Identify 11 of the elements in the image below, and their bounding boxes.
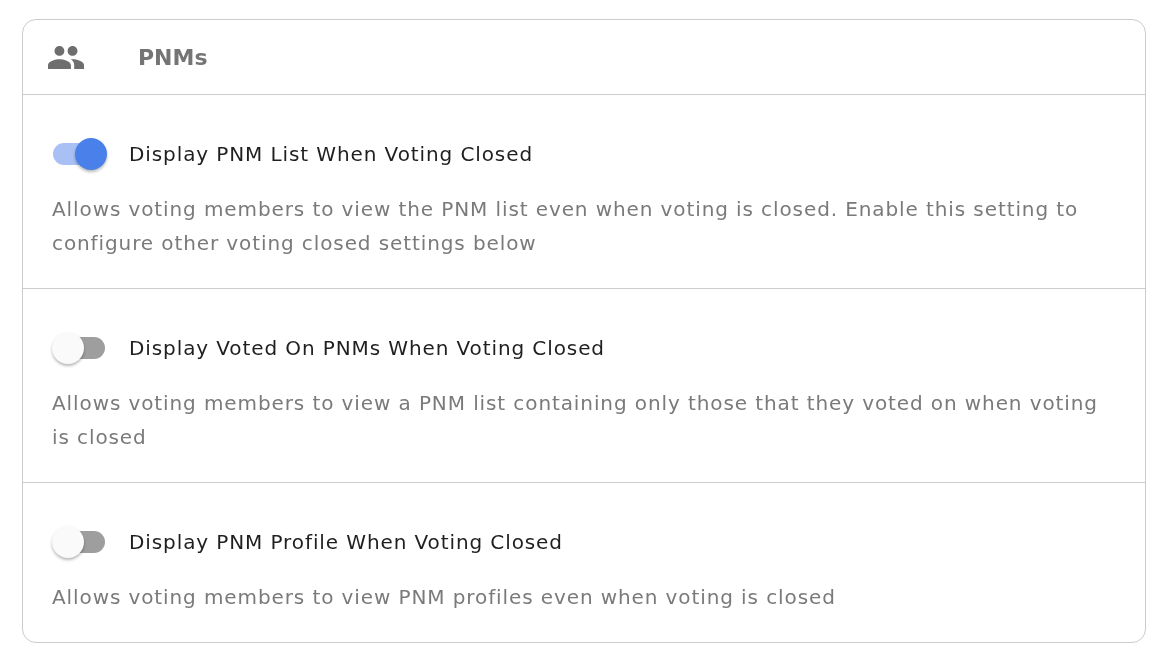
people-icon [48,45,84,69]
setting-description: Allows voting members to view a PNM list containing only those that they voted on when voting is closed [52,390,1099,451]
setting-label: Display PNM List When Voting Closed [129,142,533,166]
section-title: PNMs [138,44,208,70]
setting-label: Display PNM Profile When Voting Closed [129,530,563,554]
setting-label: Display Voted On PNMs When Voting Closed [129,336,605,360]
setting-description: Allows voting members to view the PNM list even when voting is closed. Enable this setting to configure other voting closed settings below [52,196,1080,257]
setting-description: Allows voting members to view PNM profiles even when voting is closed [52,584,837,611]
toggle-switch[interactable] [52,138,107,170]
toggle-switch[interactable] [52,526,107,558]
toggle-switch[interactable] [52,332,107,364]
